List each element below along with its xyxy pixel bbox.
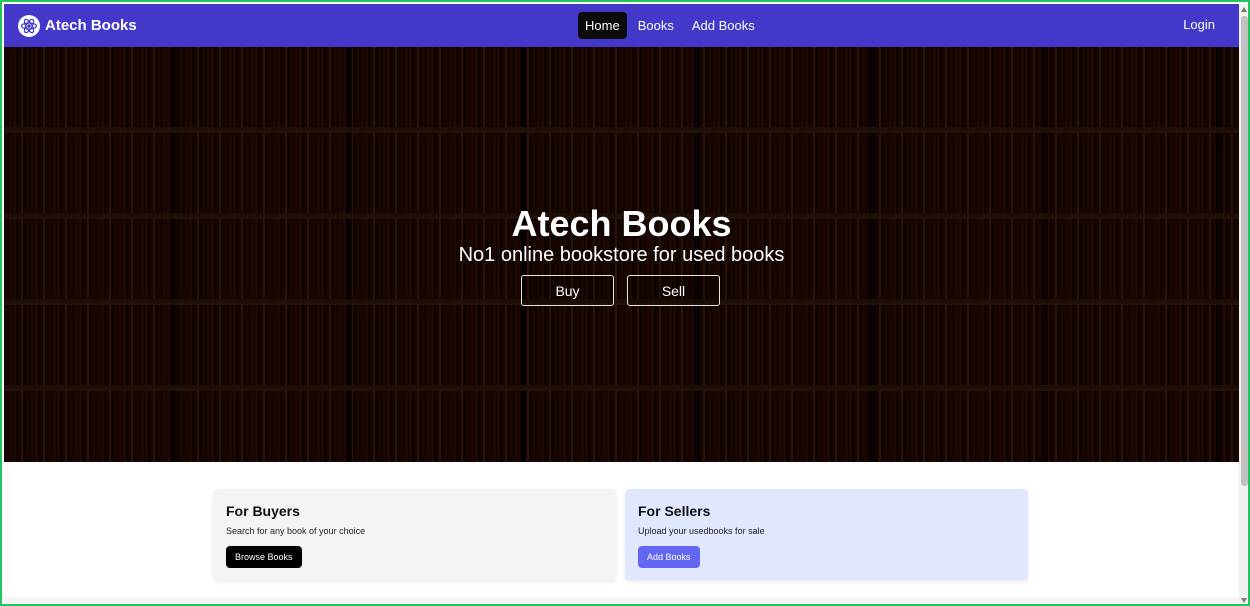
nav-link-books[interactable]: Books bbox=[631, 12, 681, 39]
vertical-scrollbar[interactable] bbox=[1239, 4, 1248, 604]
sellers-card-text: Upload your usedbooks for sale bbox=[638, 526, 765, 536]
page-bottom bbox=[4, 597, 1239, 604]
brand-name: Atech Books bbox=[45, 17, 137, 34]
features-section: For Buyers Search for any book of your c… bbox=[4, 462, 1239, 597]
login-link[interactable]: Login bbox=[1183, 17, 1215, 32]
scroll-up-icon[interactable] bbox=[1241, 7, 1247, 12]
buyers-card: For Buyers Search for any book of your c… bbox=[213, 489, 616, 580]
hero-subtitle: No1 online bookstore for used books bbox=[458, 244, 785, 266]
scroll-thumb[interactable] bbox=[1241, 16, 1248, 486]
add-books-button[interactable]: Add Books bbox=[638, 546, 700, 568]
browser-viewport: Atech Books Home Books Add Books Login A… bbox=[0, 0, 1250, 606]
scroll-down-icon[interactable] bbox=[1241, 598, 1247, 603]
nav-link-add-books[interactable]: Add Books bbox=[685, 12, 762, 39]
sellers-card: For Sellers Upload your usedbooks for sa… bbox=[625, 489, 1028, 580]
buyers-card-title: For Buyers bbox=[226, 503, 300, 519]
nav-link-home[interactable]: Home bbox=[578, 12, 627, 39]
sell-button[interactable]: Sell bbox=[627, 275, 720, 306]
hero-banner: Atech Books No1 online bookstore for use… bbox=[4, 47, 1239, 462]
buy-button[interactable]: Buy bbox=[521, 275, 614, 306]
browse-books-button[interactable]: Browse Books bbox=[226, 546, 302, 568]
atom-logo-icon bbox=[18, 14, 40, 37]
navbar: Atech Books Home Books Add Books Login bbox=[4, 4, 1239, 47]
hero-title: Atech Books bbox=[511, 203, 732, 244]
sellers-card-title: For Sellers bbox=[638, 503, 711, 519]
buyers-card-text: Search for any book of your choice bbox=[226, 526, 366, 536]
brand[interactable]: Atech Books bbox=[18, 14, 137, 37]
nav-links: Home Books Add Books bbox=[578, 12, 766, 39]
hero-buttons: Buy Sell bbox=[521, 275, 733, 306]
